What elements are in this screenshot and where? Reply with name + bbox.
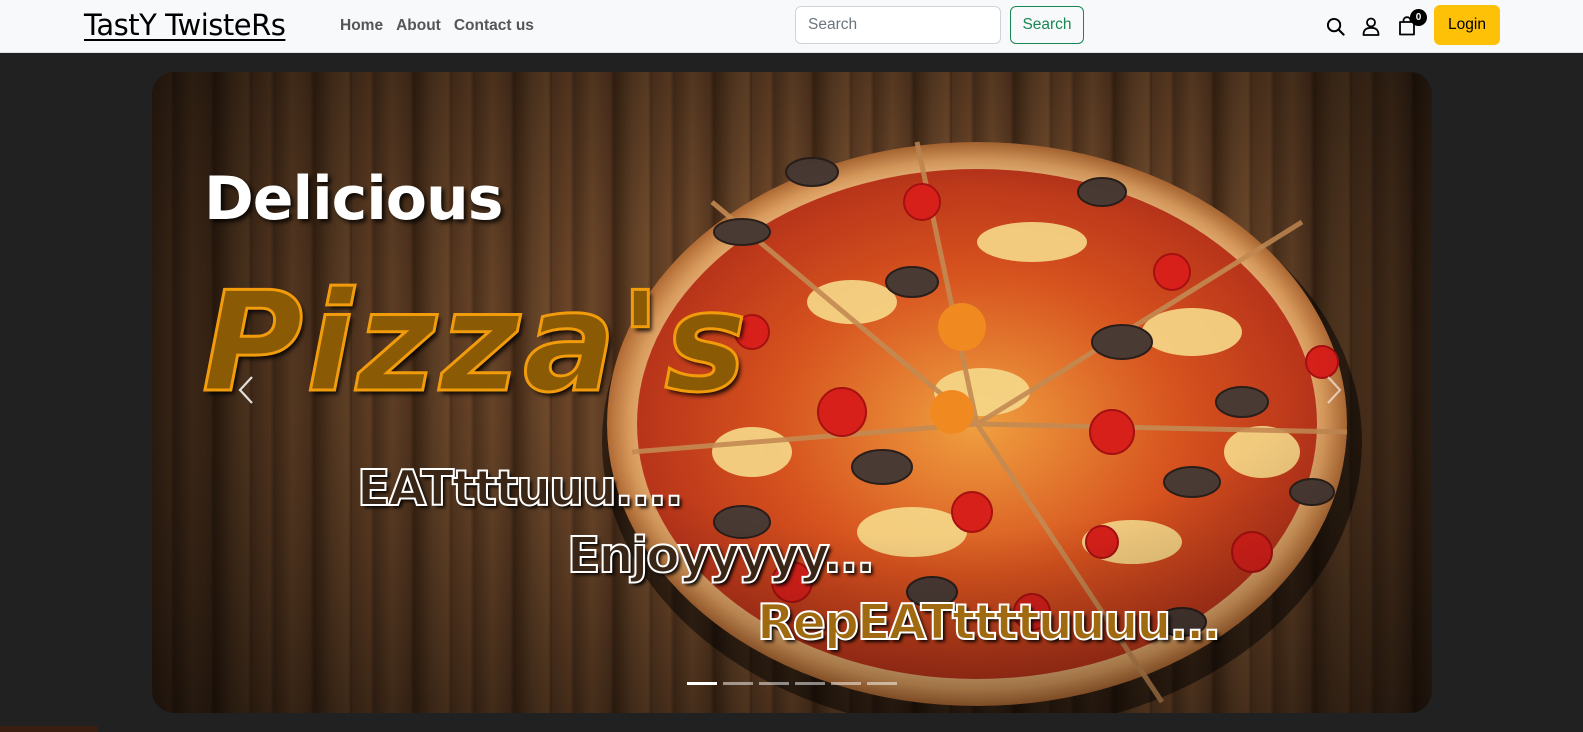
carousel-next-button[interactable] — [1314, 370, 1354, 410]
user-icon[interactable] — [1360, 15, 1382, 37]
carousel-indicator-5[interactable] — [831, 682, 861, 685]
nav-link-home[interactable]: Home — [340, 15, 383, 37]
nav-links: Home About Contact us — [340, 15, 534, 37]
carousel-prev-button[interactable] — [226, 370, 266, 410]
hero-carousel: Delicious Pizza's EATtttuuu.... Enjoyyyy… — [152, 72, 1432, 713]
search-input[interactable] — [795, 6, 1001, 44]
nav-link-contact[interactable]: Contact us — [454, 15, 534, 37]
hero-tagline-eat: EATtttuuu.... — [356, 459, 684, 518]
carousel-indicator-2[interactable] — [723, 682, 753, 685]
hero-heading-delicious: Delicious — [204, 164, 503, 234]
nav-link-about[interactable]: About — [396, 15, 441, 37]
search-icon[interactable] — [1324, 15, 1346, 37]
navbar: TastY TwisteRs Home About Contact us Sea… — [0, 0, 1583, 53]
carousel-indicator-1[interactable] — [687, 682, 717, 685]
hero-tagline-enjoy: Enjoyyyyy... — [566, 526, 876, 585]
login-button[interactable]: Login — [1434, 5, 1500, 45]
hero-heading-pizzas: Pizza's — [201, 261, 750, 425]
chevron-left-icon — [238, 376, 253, 404]
hero-tagline-repeat: RepEATttttuuuu... — [756, 593, 1222, 652]
carousel-indicator-6[interactable] — [867, 682, 897, 685]
shopping-bag-icon[interactable]: 0 — [1396, 9, 1427, 37]
search-button[interactable]: Search — [1010, 6, 1084, 44]
cart-count-badge: 0 — [1410, 9, 1427, 26]
next-section-edge — [0, 726, 98, 732]
carousel-indicator-4[interactable] — [795, 682, 825, 685]
chevron-right-icon — [1327, 376, 1342, 404]
brand-logo-link[interactable]: TastY TwisteRs — [84, 7, 286, 43]
carousel-indicator-3[interactable] — [759, 682, 789, 685]
carousel-indicators — [687, 682, 897, 685]
